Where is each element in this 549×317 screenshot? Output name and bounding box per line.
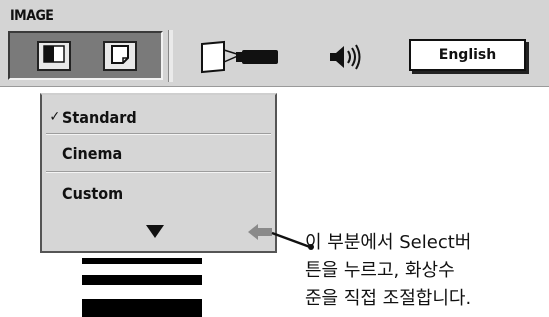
annotation-line: 튼을 누르고, 화상수 bbox=[305, 260, 455, 281]
annotation-text: 이 부분에서 Select버 튼을 누르고, 화상수 준을 직접 조절합니다. bbox=[305, 229, 549, 313]
annotation-line: 이 부분에서 Select버 bbox=[305, 232, 472, 253]
annotation-line: 준을 직접 조절합니다. bbox=[305, 288, 472, 309]
